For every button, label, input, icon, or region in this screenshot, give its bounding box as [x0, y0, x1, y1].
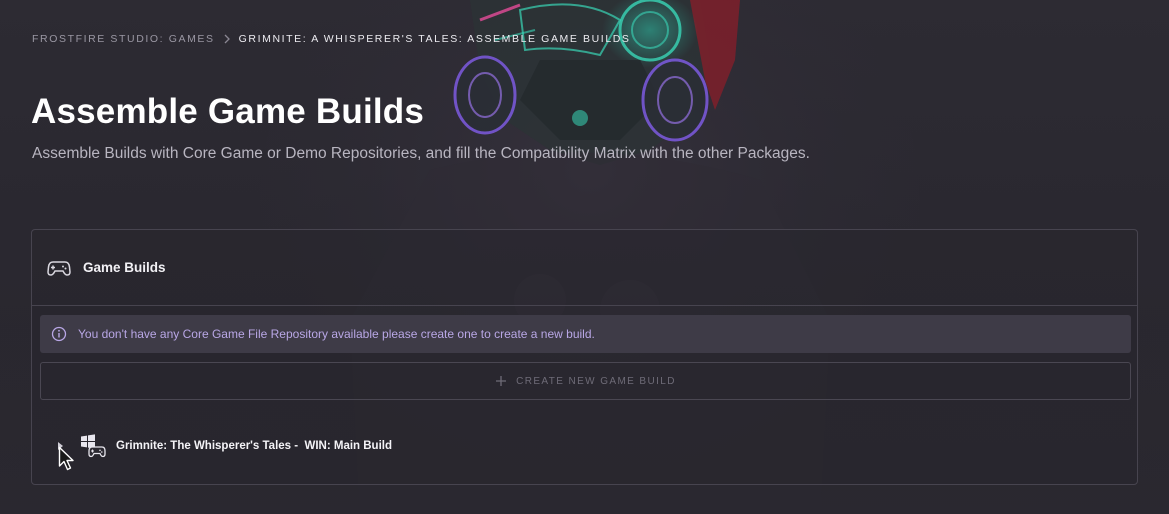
- info-circle-icon: [51, 326, 67, 342]
- breadcrumb: FROSTFIRE STUDIO: GAMES GRIMNITE: A WHIS…: [32, 33, 631, 45]
- windows-gamepad-icon: [80, 434, 106, 458]
- gamepad-icon: [47, 258, 71, 278]
- create-new-game-build-button[interactable]: CREATE NEW GAME BUILD: [40, 362, 1131, 400]
- page-title: Assemble Game Builds: [31, 92, 425, 131]
- breadcrumb-current: GRIMNITE: A WHISPERER'S TALES: ASSEMBLE …: [238, 33, 631, 45]
- build-name: Grimnite: The Whisperer's Tales - WIN: M…: [116, 440, 392, 452]
- info-message: You don't have any Core Game File Reposi…: [78, 327, 595, 341]
- game-builds-panel: Game Builds You don't have any Core Game…: [31, 229, 1138, 485]
- create-button-label: CREATE NEW GAME BUILD: [516, 375, 676, 387]
- breadcrumb-studio-link[interactable]: FROSTFIRE STUDIO: GAMES: [32, 33, 215, 45]
- info-banner: You don't have any Core Game File Reposi…: [40, 315, 1131, 353]
- page-subtitle: Assemble Builds with Core Game or Demo R…: [32, 145, 810, 162]
- build-row[interactable]: Grimnite: The Whisperer's Tales - WIN: M…: [40, 428, 1131, 464]
- panel-header: Game Builds: [32, 230, 1137, 306]
- chevron-right-icon: [223, 34, 231, 44]
- caret-right-icon[interactable]: [54, 439, 68, 453]
- page: FROSTFIRE STUDIO: GAMES GRIMNITE: A WHIS…: [0, 0, 1169, 514]
- plus-icon: [495, 375, 507, 387]
- panel-title: Game Builds: [83, 260, 166, 275]
